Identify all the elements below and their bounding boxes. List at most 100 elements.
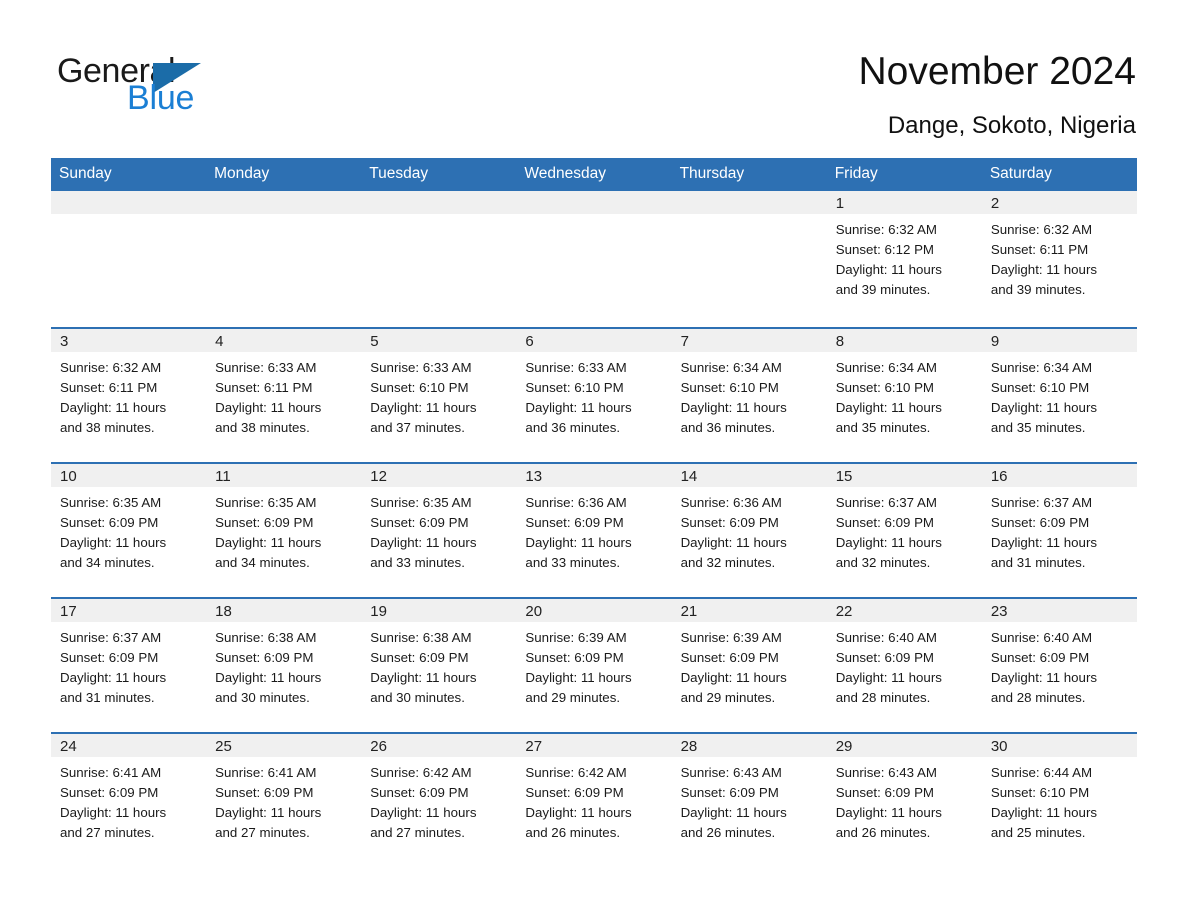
calendar-table-container: Sunday Monday Tuesday Wednesday Thursday… [51, 158, 1137, 861]
calendar-day-cell[interactable]: 23 Sunrise: 6:40 AM Sunset: 6:09 PM Dayligh… [981, 597, 1137, 733]
calendar-day-cell[interactable]: 10 Sunrise: 6:35 AM Sunset: 6:09 PM Dayligh… [51, 462, 207, 598]
sunset-time: Sunset: 6:09 PM [990, 650, 1090, 665]
day-number: 14 [671, 464, 827, 487]
calendar-day-cell[interactable]: 17 Sunrise: 6:37 AM Sunset: 6:09 PM Dayligh… [51, 597, 207, 733]
daylight-duration-line2: and 30 minutes. [215, 690, 310, 705]
calendar-day-cell[interactable]: 25 Sunrise: 6:41 AM Sunset: 6:09 PM Dayligh… [206, 732, 362, 861]
daylight-duration-line1: Daylight: 11 hours [835, 400, 942, 415]
calendar-week-row: 10 Sunrise: 6:35 AM Sunset: 6:09 PM Dayligh… [51, 462, 1137, 598]
calendar-day-cell[interactable]: 30 Sunrise: 6:44 AM Sunset: 6:10 PM Dayligh… [981, 732, 1137, 861]
calendar-day-cell[interactable]: 21 Sunrise: 6:39 AM Sunset: 6:09 PM Dayligh… [671, 597, 827, 733]
sunset-time: Sunset: 6:09 PM [990, 515, 1090, 530]
day-number [51, 191, 207, 214]
calendar-day-cell[interactable]: 9 Sunrise: 6:34 AM Sunset: 6:10 PM Daylight… [981, 327, 1137, 463]
daylight-duration-line1: Daylight: 11 hours [680, 400, 787, 415]
day-sun-details: Sunrise: 6:36 AM Sunset: 6:09 PM Daylight:… [516, 487, 671, 583]
sunset-time: Sunset: 6:09 PM [370, 515, 469, 530]
sunset-time: Sunset: 6:09 PM [60, 515, 159, 530]
day-sun-details: Sunrise: 6:33 AM Sunset: 6:10 PM Daylight:… [361, 352, 516, 448]
day-number: 23 [981, 599, 1137, 622]
daylight-duration-line1: Daylight: 11 hours [370, 400, 477, 415]
daylight-duration-line2: and 31 minutes. [990, 555, 1086, 570]
calendar-day-cell[interactable]: 27 Sunrise: 6:42 AM Sunset: 6:09 PM Dayligh… [516, 732, 672, 861]
sunrise-time: Sunrise: 6:37 AM [835, 495, 937, 510]
calendar-day-cell[interactable]: 7 Sunrise: 6:34 AM Sunset: 6:10 PM Daylight… [671, 327, 827, 463]
calendar-day-cell[interactable]: 22 Sunrise: 6:40 AM Sunset: 6:09 PM Dayligh… [826, 597, 982, 733]
day-sun-details: Sunrise: 6:44 AM Sunset: 6:10 PM Daylight:… [982, 757, 1137, 853]
day-sun-details: Sunrise: 6:43 AM Sunset: 6:09 PM Daylight:… [827, 757, 982, 853]
daylight-duration-line2: and 33 minutes. [370, 555, 465, 570]
day-number: 28 [671, 734, 827, 757]
weekday-header-thursday: Thursday [671, 158, 827, 191]
calendar-day-cell[interactable]: 3 Sunrise: 6:32 AM Sunset: 6:11 PM Daylight… [51, 327, 207, 463]
day-sun-details: Sunrise: 6:42 AM Sunset: 6:09 PM Daylight:… [361, 757, 516, 853]
day-number: 9 [981, 329, 1137, 352]
calendar-day-cell[interactable]: 19 Sunrise: 6:38 AM Sunset: 6:09 PM Dayligh… [361, 597, 517, 733]
calendar-day-cell[interactable]: 5 Sunrise: 6:33 AM Sunset: 6:10 PM Daylight… [361, 327, 517, 463]
daylight-duration-line1: Daylight: 11 hours [370, 805, 477, 820]
sunset-time: Sunset: 6:09 PM [525, 515, 624, 530]
sunset-time: Sunset: 6:11 PM [215, 380, 313, 395]
calendar-day-cell[interactable]: 26 Sunrise: 6:42 AM Sunset: 6:09 PM Dayligh… [361, 732, 517, 861]
calendar-day-cell[interactable]: 24 Sunrise: 6:41 AM Sunset: 6:09 PM Dayligh… [51, 732, 207, 861]
sunset-time: Sunset: 6:09 PM [835, 785, 935, 800]
day-number: 11 [206, 464, 362, 487]
day-number: 4 [206, 329, 362, 352]
sunrise-time: Sunrise: 6:36 AM [680, 495, 782, 510]
day-number: 15 [826, 464, 982, 487]
day-sun-details: Sunrise: 6:37 AM Sunset: 6:09 PM Daylight:… [51, 622, 206, 718]
calendar-week-row: 24 Sunrise: 6:41 AM Sunset: 6:09 PM Dayligh… [51, 732, 1137, 861]
calendar-day-cell[interactable]: 11 Sunrise: 6:35 AM Sunset: 6:09 PM Dayligh… [206, 462, 362, 598]
calendar-day-cell[interactable]: 29 Sunrise: 6:43 AM Sunset: 6:09 PM Dayligh… [826, 732, 982, 861]
sunrise-time: Sunrise: 6:40 AM [990, 630, 1093, 645]
calendar-day-cell[interactable]: 20 Sunrise: 6:39 AM Sunset: 6:09 PM Dayligh… [516, 597, 672, 733]
daylight-duration-line1: Daylight: 11 hours [680, 670, 787, 685]
calendar-day-cell[interactable]: 15 Sunrise: 6:37 AM Sunset: 6:09 PM Dayligh… [826, 462, 982, 598]
daylight-duration-line1: Daylight: 11 hours [60, 670, 167, 685]
daylight-duration-line1: Daylight: 11 hours [215, 400, 322, 415]
calendar-week-row: 17 Sunrise: 6:37 AM Sunset: 6:09 PM Dayligh… [51, 597, 1137, 733]
sunset-time: Sunset: 6:09 PM [60, 785, 159, 800]
sunrise-time: Sunrise: 6:40 AM [835, 630, 937, 645]
day-number [516, 191, 672, 214]
daylight-duration-line1: Daylight: 11 hours [990, 535, 1098, 550]
sunrise-time: Sunrise: 6:35 AM [370, 495, 472, 510]
sunrise-time: Sunrise: 6:43 AM [835, 765, 937, 780]
calendar-day-cell[interactable]: 28 Sunrise: 6:43 AM Sunset: 6:09 PM Dayligh… [671, 732, 827, 861]
calendar-day-cell[interactable]: 6 Sunrise: 6:33 AM Sunset: 6:10 PM Daylight… [516, 327, 672, 463]
sunset-time: Sunset: 6:09 PM [835, 515, 935, 530]
daylight-duration-line1: Daylight: 11 hours [60, 400, 167, 415]
day-number: 18 [206, 599, 362, 622]
day-sun-details: Sunrise: 6:40 AM Sunset: 6:09 PM Daylight:… [827, 622, 982, 718]
weekday-header-sunday: Sunday [51, 158, 207, 191]
calendar-day-cell[interactable]: 18 Sunrise: 6:38 AM Sunset: 6:09 PM Dayligh… [206, 597, 362, 733]
sunset-time: Sunset: 6:09 PM [370, 650, 469, 665]
calendar-day-cell[interactable]: 2 Sunrise: 6:32 AM Sunset: 6:11 PM Daylight… [981, 191, 1137, 328]
sunset-time: Sunset: 6:09 PM [525, 785, 624, 800]
sunset-time: Sunset: 6:09 PM [680, 785, 779, 800]
sunrise-time: Sunrise: 6:32 AM [990, 222, 1093, 237]
calendar-day-cell[interactable]: 8 Sunrise: 6:34 AM Sunset: 6:10 PM Daylight… [826, 327, 982, 463]
calendar-day-cell[interactable]: 1 Sunrise: 6:32 AM Sunset: 6:12 PM Daylight… [826, 191, 982, 328]
calendar-day-cell-empty [671, 191, 827, 328]
sunset-time: Sunset: 6:09 PM [215, 650, 314, 665]
calendar-day-cell[interactable]: 14 Sunrise: 6:36 AM Sunset: 6:09 PM Dayligh… [671, 462, 827, 598]
sunrise-time: Sunrise: 6:34 AM [990, 360, 1093, 375]
calendar-day-cell[interactable]: 13 Sunrise: 6:36 AM Sunset: 6:09 PM Dayligh… [516, 462, 672, 598]
calendar-day-cell-empty [516, 191, 672, 328]
day-number [671, 191, 827, 214]
sunrise-time: Sunrise: 6:33 AM [215, 360, 317, 375]
calendar-day-cell[interactable]: 12 Sunrise: 6:35 AM Sunset: 6:09 PM Dayligh… [361, 462, 517, 598]
day-sun-details: Sunrise: 6:35 AM Sunset: 6:09 PM Daylight:… [361, 487, 516, 583]
daylight-duration-line2: and 28 minutes. [990, 690, 1086, 705]
daylight-duration-line1: Daylight: 11 hours [60, 535, 167, 550]
daylight-duration-line1: Daylight: 11 hours [215, 805, 322, 820]
page-title: November 2024 [858, 50, 1137, 93]
calendar-day-cell[interactable]: 16 Sunrise: 6:37 AM Sunset: 6:09 PM Dayligh… [981, 462, 1137, 598]
sunrise-time: Sunrise: 6:37 AM [60, 630, 162, 645]
day-sun-details: Sunrise: 6:33 AM Sunset: 6:10 PM Daylight:… [516, 352, 671, 448]
calendar-day-cell[interactable]: 4 Sunrise: 6:33 AM Sunset: 6:11 PM Daylight… [206, 327, 362, 463]
sunrise-time: Sunrise: 6:34 AM [680, 360, 782, 375]
daylight-duration-line2: and 26 minutes. [835, 825, 931, 840]
weekday-header-friday: Friday [826, 158, 982, 191]
